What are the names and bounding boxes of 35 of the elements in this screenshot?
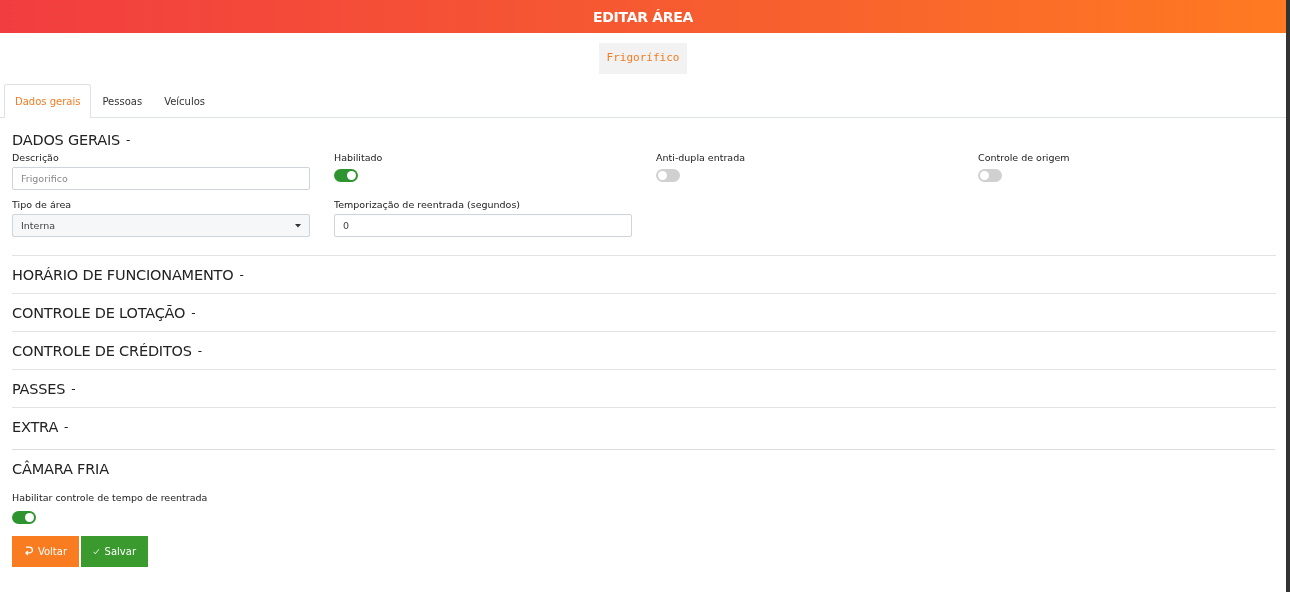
collapse-toggle[interactable]: - (71, 381, 76, 396)
text-field[interactable]: 0 (334, 214, 632, 237)
section-title[interactable]: HORÁRIO DE FUNCIONAMENTO (12, 266, 234, 283)
toggle-switch[interactable] (978, 169, 1002, 182)
section-title[interactable]: CONTROLE DE CRÉDITOS (12, 342, 192, 359)
field-label: Descrição (12, 152, 59, 163)
section-title[interactable]: DADOS GERAIS (12, 132, 121, 148)
tab[interactable]: Pessoas (91, 84, 154, 118)
toggle-switch[interactable] (12, 511, 36, 524)
section-title: CÂMARA FRIA (12, 461, 109, 477)
field-label: Tipo de área (12, 199, 72, 210)
check-icon (93, 547, 100, 556)
toggle-switch[interactable] (334, 169, 358, 182)
dropdown-field[interactable]: Interna (12, 214, 310, 237)
section-title[interactable]: PASSES (12, 380, 66, 397)
collapse-toggle[interactable]: - (126, 133, 131, 147)
field-label: Anti-dupla entrada (656, 152, 746, 163)
collapse-toggle[interactable]: - (197, 343, 203, 358)
collapse-toggle[interactable]: - (64, 419, 69, 434)
section-title[interactable]: EXTRA (12, 418, 59, 435)
tab[interactable]: Veículos (153, 84, 217, 118)
field-label: Controle de origem (978, 152, 1070, 163)
page-title: EDITAR ÁREA (592, 8, 694, 25)
caret-icon (295, 223, 301, 228)
collapse-toggle[interactable]: - (239, 267, 244, 282)
text-field[interactable]: Frigorifico (12, 167, 310, 190)
field-label: Temporização de reentrada (segundos) (334, 199, 521, 210)
return-arrow-icon (24, 546, 33, 557)
toggle-switch[interactable] (656, 169, 680, 182)
collapse-toggle[interactable]: - (191, 305, 196, 320)
section-title[interactable]: CONTROLE DE LOTAÇÃO (12, 304, 186, 321)
field-label: Habilitar controle de tempo de reentrada (12, 492, 208, 503)
save-button[interactable]: Salvar (81, 536, 148, 567)
area-name-tag: Frigorífico (598, 43, 688, 74)
field-label: Habilitado (334, 152, 383, 163)
